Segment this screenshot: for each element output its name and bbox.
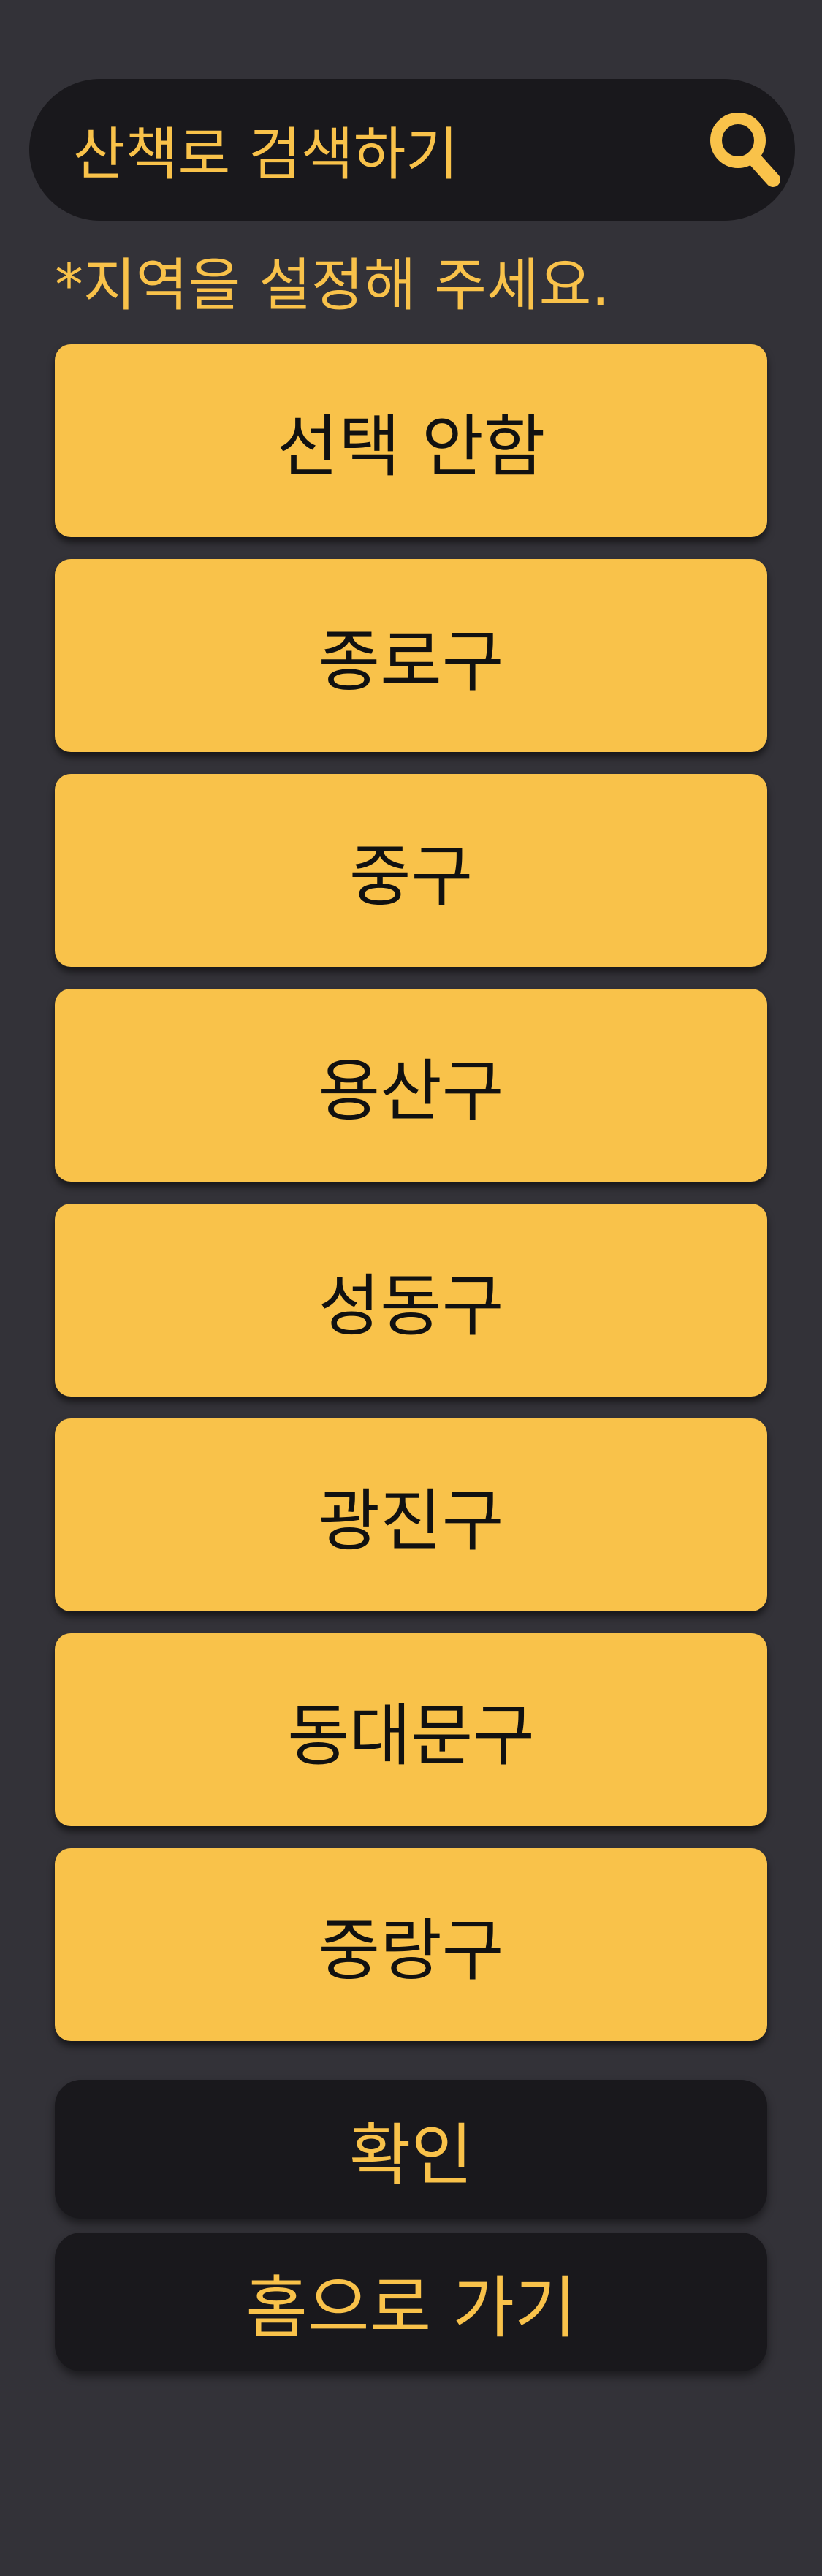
region-option-seongdong[interactable]: 성동구 <box>55 1204 767 1397</box>
search-icon[interactable] <box>709 111 782 189</box>
region-option-jungnang[interactable]: 중랑구 <box>55 1848 767 2041</box>
region-hint: *지역을 설정해 주세요. <box>55 253 610 319</box>
region-option-jongno[interactable]: 종로구 <box>55 559 767 752</box>
search-bar[interactable]: 산책로 검색하기 <box>29 79 795 221</box>
region-option-dongdaemun[interactable]: 동대문구 <box>55 1633 767 1826</box>
region-option-jung[interactable]: 중구 <box>55 774 767 967</box>
confirm-button[interactable]: 확인 <box>55 2080 767 2219</box>
region-option-none[interactable]: 선택 안함 <box>55 344 767 537</box>
region-option-gwangjin[interactable]: 광진구 <box>55 1418 767 1611</box>
region-option-yongsan[interactable]: 용산구 <box>55 989 767 1182</box>
search-input[interactable]: 산책로 검색하기 <box>73 109 458 191</box>
home-button[interactable]: 홈으로 가기 <box>55 2233 767 2371</box>
